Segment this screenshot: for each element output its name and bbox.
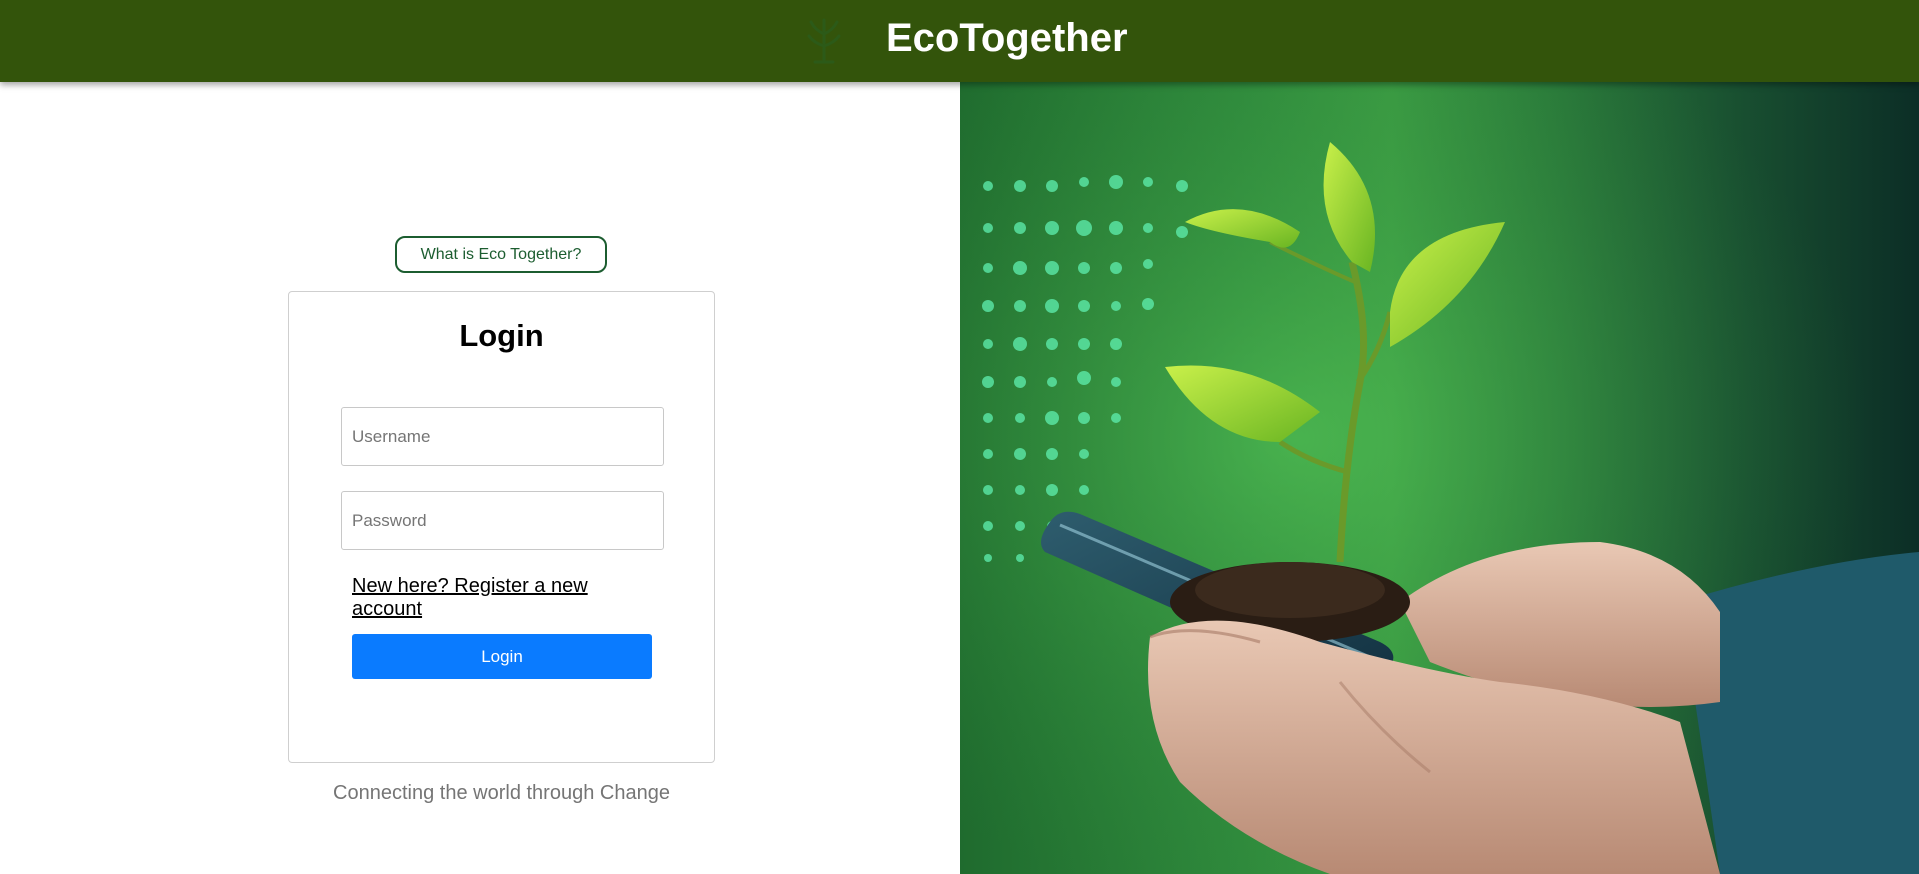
login-button[interactable]: Login bbox=[352, 634, 652, 679]
app-title: EcoTogether bbox=[886, 16, 1128, 60]
register-link[interactable]: New here? Register a new account bbox=[352, 575, 632, 621]
username-input[interactable] bbox=[341, 407, 664, 466]
what-is-eco-together-button[interactable]: What is Eco Together? bbox=[395, 236, 607, 273]
hero-illustration bbox=[960, 82, 1919, 874]
hero-image bbox=[960, 82, 1919, 874]
tagline: Connecting the world through Change bbox=[333, 782, 670, 804]
app-header: EcoTogether bbox=[0, 0, 1919, 82]
plant-logo-icon bbox=[807, 18, 841, 64]
password-input[interactable] bbox=[341, 491, 664, 550]
login-card: Login New here? Register a new account L… bbox=[288, 291, 715, 763]
login-heading: Login bbox=[459, 318, 544, 353]
